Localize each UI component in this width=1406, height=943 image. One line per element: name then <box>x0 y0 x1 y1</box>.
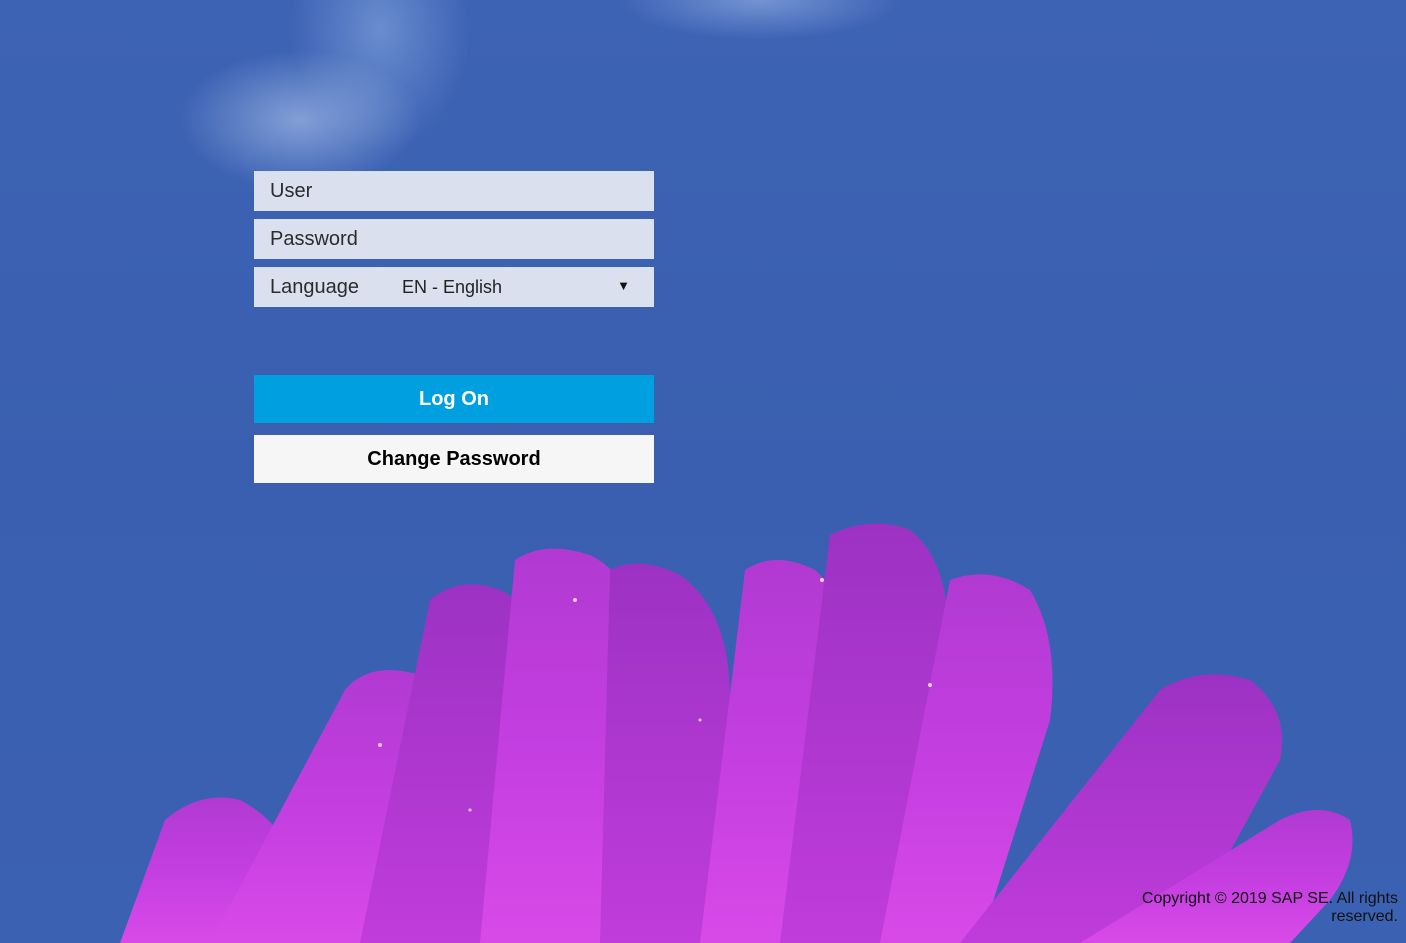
chevron-down-icon[interactable]: ▼ <box>617 278 630 293</box>
flower-image <box>120 523 1353 943</box>
background-image <box>0 0 1406 943</box>
log-on-button[interactable]: Log On <box>254 375 654 423</box>
password-input[interactable] <box>254 219 654 259</box>
copyright-text: Copyright © 2019 SAP SE. All rights rese… <box>1141 890 1398 925</box>
user-field[interactable] <box>254 171 654 211</box>
language-select[interactable]: Language EN - English ▼ <box>254 267 654 307</box>
user-input[interactable] <box>254 171 654 211</box>
language-value[interactable]: EN - English <box>402 277 502 298</box>
change-password-label: Change Password <box>367 447 541 470</box>
login-form: Language EN - English ▼ Log On Change Pa… <box>254 171 654 483</box>
password-field[interactable] <box>254 219 654 259</box>
language-label: Language <box>270 276 359 298</box>
change-password-button[interactable]: Change Password <box>254 435 654 483</box>
log-on-label: Log On <box>419 387 489 410</box>
